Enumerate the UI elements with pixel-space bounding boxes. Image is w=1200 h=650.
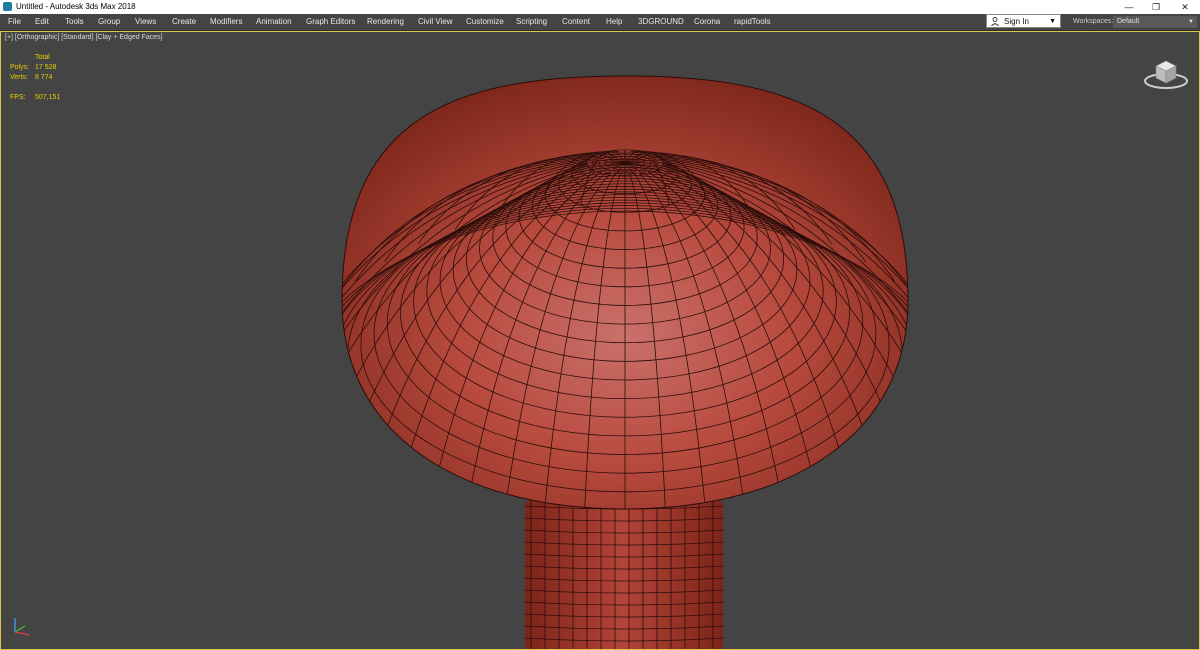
chevron-down-icon: ▼ xyxy=(1049,18,1056,25)
viewport-label[interactable]: [+] [Orthographic] [Standard] [Clay + Ed… xyxy=(5,34,163,41)
polys-label: Polys: xyxy=(10,64,30,71)
sign-in-label: Sign In xyxy=(1004,17,1029,26)
perspective-viewport[interactable]: [+] [Orthographic] [Standard] [Clay + Ed… xyxy=(0,31,1200,650)
menu-edit[interactable]: Edit xyxy=(35,14,49,30)
viewcube-icon[interactable] xyxy=(1141,52,1191,92)
mesh-render xyxy=(341,75,909,649)
menu-customize[interactable]: Customize xyxy=(466,14,504,30)
menu-3dground[interactable]: 3DGROUND xyxy=(638,14,684,30)
user-icon xyxy=(991,17,999,26)
axis-gizmo-icon xyxy=(14,618,30,636)
minimize-icon[interactable]: — xyxy=(1116,0,1142,14)
menu-animation[interactable]: Animation xyxy=(256,14,292,30)
menu-file[interactable]: File xyxy=(8,14,21,30)
menu-tools[interactable]: Tools xyxy=(65,14,84,30)
verts-label: Verts: xyxy=(10,74,28,81)
workspace-select[interactable]: Default ▼ xyxy=(1113,16,1197,28)
app-icon xyxy=(3,2,12,11)
close-icon[interactable]: ✕ xyxy=(1172,0,1198,14)
menu-civil-view[interactable]: Civil View xyxy=(418,14,453,30)
restore-icon[interactable]: ❐ xyxy=(1143,0,1169,14)
fps-label: FPS: xyxy=(10,94,26,101)
window-title: Untitled - Autodesk 3ds Max 2018 xyxy=(16,2,136,11)
menu-graph-editors[interactable]: Graph Editors xyxy=(306,14,355,30)
title-bar: Untitled - Autodesk 3ds Max 2018 — ❐ ✕ xyxy=(0,0,1200,14)
polys-value: 17 528 xyxy=(35,64,57,71)
menu-group[interactable]: Group xyxy=(98,14,120,30)
workspace-value: Default xyxy=(1117,18,1140,25)
menu-views[interactable]: Views xyxy=(135,14,156,30)
sign-in-dropdown[interactable]: Sign In ▼ xyxy=(986,14,1061,28)
menu-modifiers[interactable]: Modifiers xyxy=(210,14,242,30)
menu-corona[interactable]: Corona xyxy=(694,14,720,30)
workspaces-label: Workspaces: xyxy=(1073,18,1114,25)
menu-scripting[interactable]: Scripting xyxy=(516,14,547,30)
verts-value: 8 774 xyxy=(35,74,53,81)
stats-header: Total xyxy=(35,54,50,61)
menu-content[interactable]: Content xyxy=(562,14,590,30)
menu-help[interactable]: Help xyxy=(606,14,622,30)
menu-create[interactable]: Create xyxy=(172,14,196,30)
chevron-down-icon: ▼ xyxy=(1188,19,1194,25)
stem-mesh xyxy=(525,496,723,649)
menu-rendering[interactable]: Rendering xyxy=(367,14,404,30)
fps-value: 507,151 xyxy=(35,94,61,101)
menu-rapidtools[interactable]: rapidTools xyxy=(734,14,770,30)
